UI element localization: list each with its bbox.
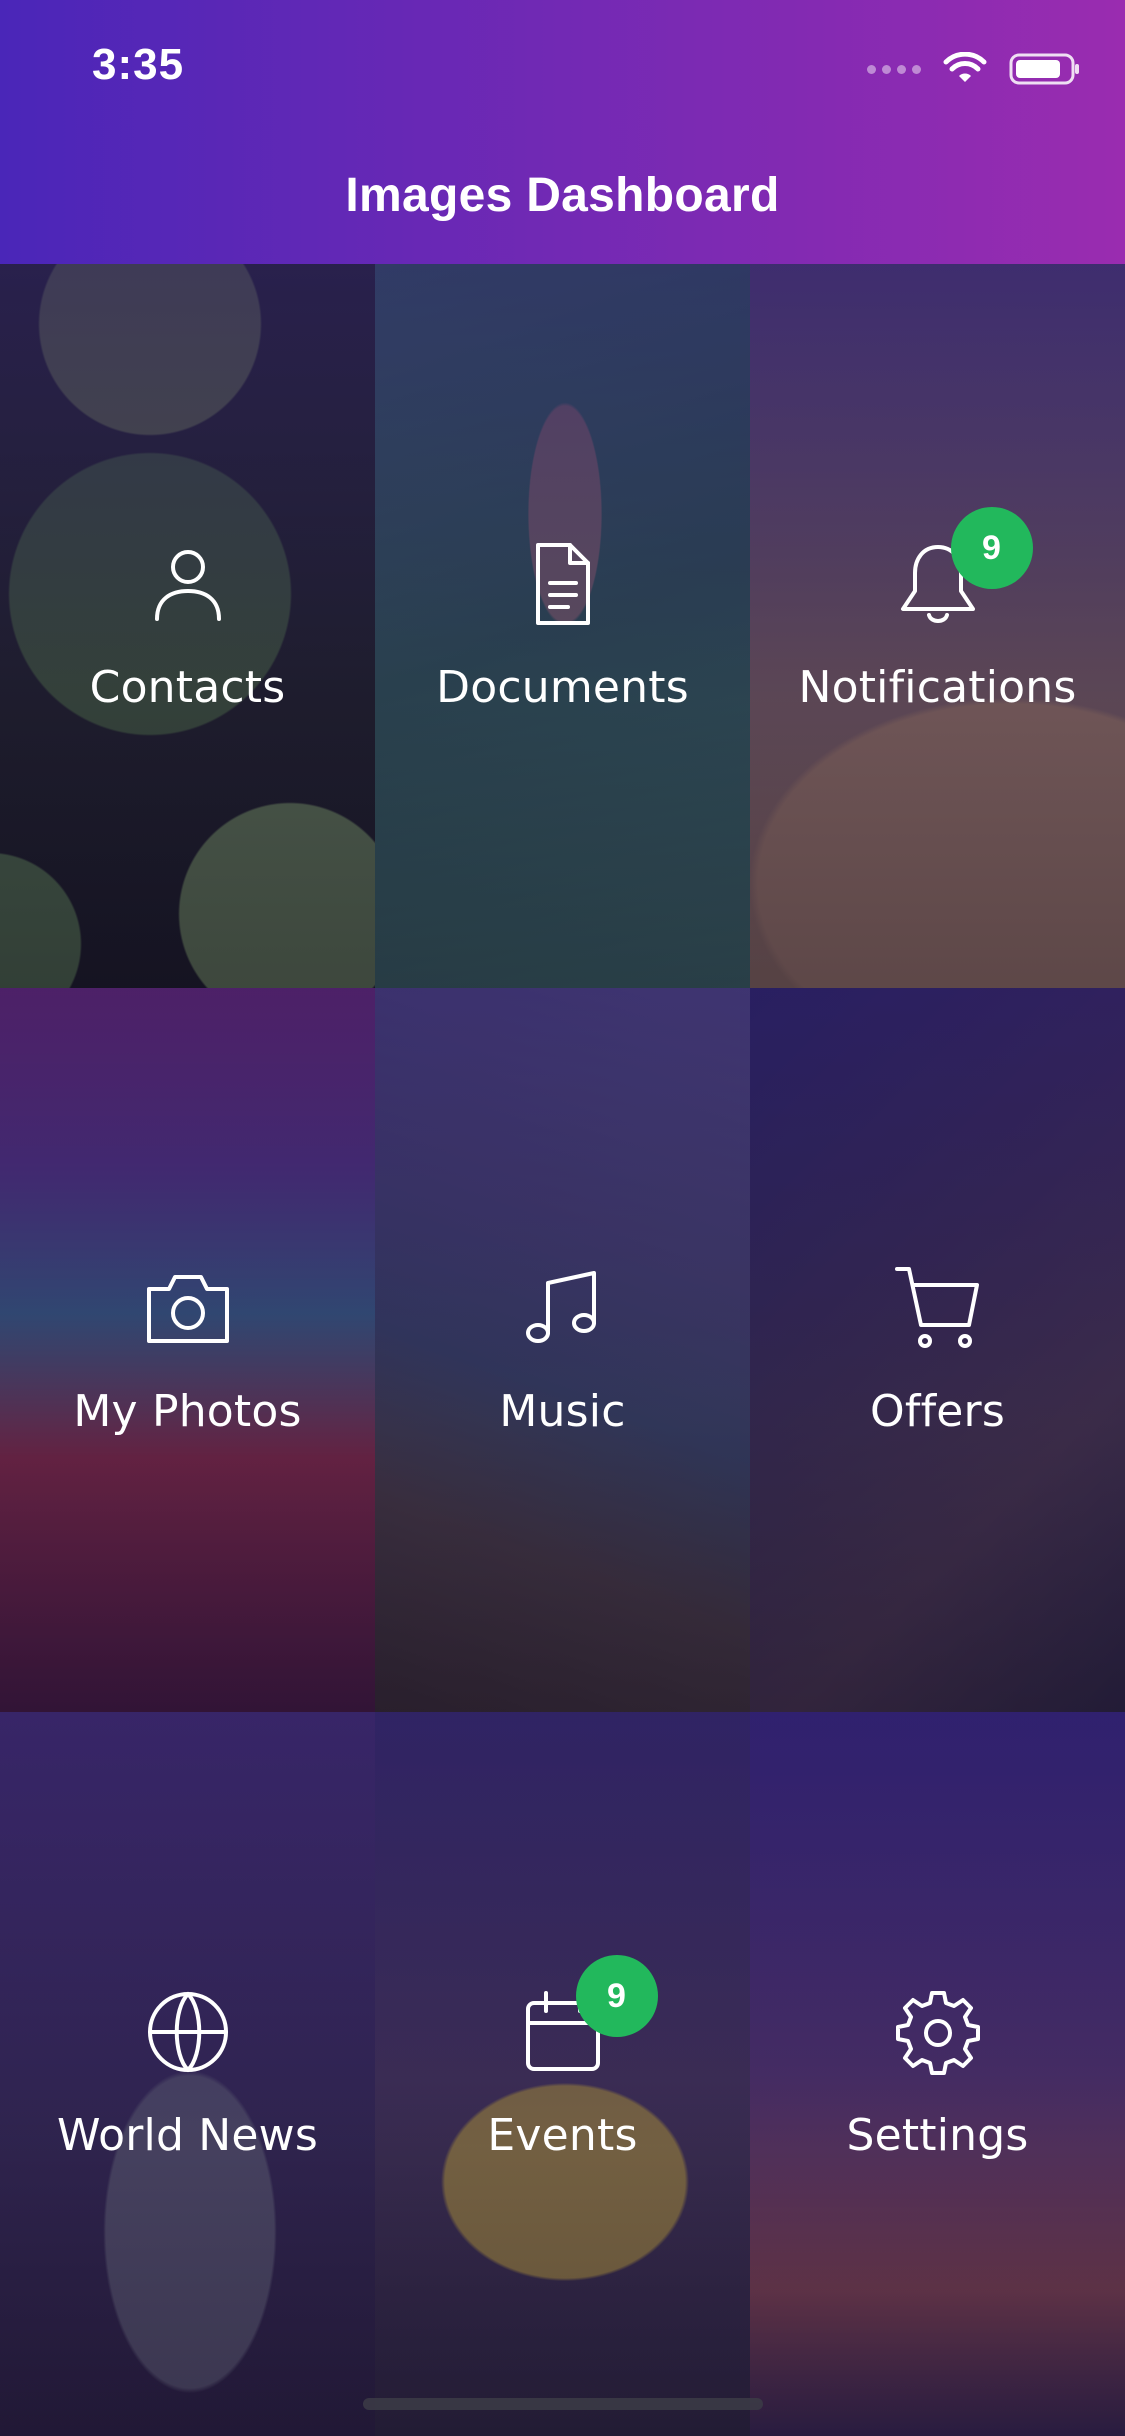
- home-indicator[interactable]: [363, 2398, 763, 2410]
- tile-label: Notifications: [798, 662, 1077, 713]
- status-time: 3:35: [92, 40, 185, 89]
- camera-icon: [143, 1263, 233, 1353]
- tile-label: My Photos: [73, 1386, 302, 1437]
- wifi-icon: [943, 52, 987, 82]
- tile-settings[interactable]: Settings: [750, 1712, 1125, 2436]
- tile-label: Offers: [870, 1386, 1005, 1437]
- bell-icon: 9: [893, 507, 1033, 629]
- tile-label: Contacts: [89, 662, 286, 713]
- tile-notifications[interactable]: 9 Notifications: [750, 264, 1125, 988]
- cart-icon: [893, 1263, 983, 1353]
- tile-my-photos[interactable]: My Photos: [0, 988, 375, 1712]
- header: 3:35 Images Dashboard: [0, 0, 1125, 264]
- tile-contacts[interactable]: Contacts: [0, 264, 375, 988]
- tile-label: World News: [57, 2110, 318, 2161]
- tile-music[interactable]: Music: [375, 988, 750, 1712]
- status-icons: [867, 52, 1081, 86]
- notification-count-badge: 9: [950, 507, 1033, 589]
- gear-icon: [893, 1987, 983, 2077]
- person-icon: [143, 539, 233, 629]
- tile-world-news[interactable]: World News: [0, 1712, 375, 2436]
- app-screen: 3:35 Images Dashboard Contacts Documents…: [0, 0, 1125, 2436]
- tile-label: Documents: [436, 662, 689, 713]
- tile-documents[interactable]: Documents: [375, 264, 750, 988]
- tile-offers[interactable]: Offers: [750, 988, 1125, 1712]
- globe-icon: [143, 1987, 233, 2077]
- dashboard-grid: Contacts Documents 9 Notifications My Ph…: [0, 264, 1125, 2436]
- page-title: Images Dashboard: [345, 169, 780, 222]
- event-count-badge: 9: [575, 1955, 658, 2037]
- tile-events[interactable]: 9 Events: [375, 1712, 750, 2436]
- document-icon: [518, 539, 608, 629]
- tile-label: Settings: [846, 2110, 1029, 2161]
- cellular-signal-icon: [867, 64, 921, 74]
- tile-label: Events: [487, 2110, 638, 2161]
- tile-label: Music: [499, 1386, 626, 1437]
- music-note-icon: [518, 1263, 608, 1353]
- battery-icon: [1009, 53, 1079, 85]
- calendar-icon: 9: [518, 1955, 658, 2077]
